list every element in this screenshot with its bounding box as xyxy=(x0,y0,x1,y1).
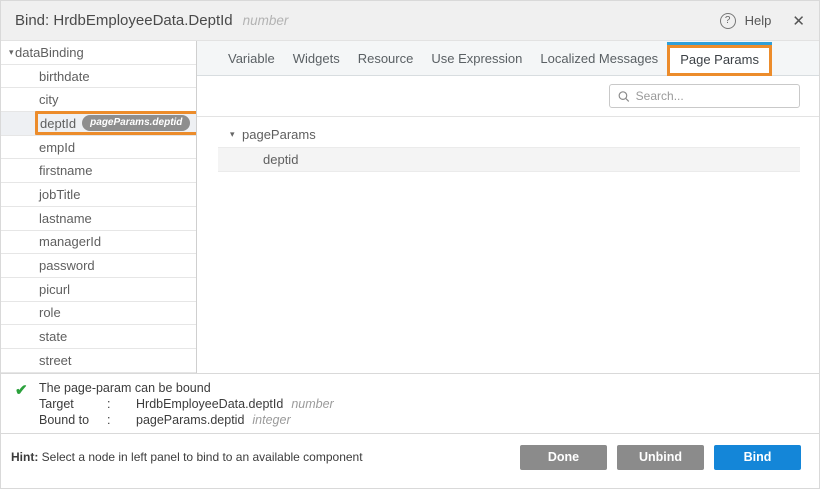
tab-widgets[interactable]: Widgets xyxy=(284,41,349,75)
status-label: Target xyxy=(39,396,107,412)
bind-dialog: Bind: HrdbEmployeeData.DeptId number ? H… xyxy=(0,0,820,489)
caret-down-icon[interactable]: ▾ xyxy=(230,129,242,140)
sidebar-item-label: jobTitle xyxy=(39,187,80,202)
sidebar-item-lastname[interactable]: lastname xyxy=(1,207,196,231)
sidebar-item-label: lastname xyxy=(39,211,92,226)
tree-node-pageparams[interactable]: ▾ pageParams xyxy=(218,123,800,145)
annotation-highlight: Page Params xyxy=(667,45,772,76)
sidebar-item-city[interactable]: city xyxy=(1,88,196,112)
tab-use-expression[interactable]: Use Expression xyxy=(422,41,531,75)
status-colon: : xyxy=(107,396,136,412)
tab-page-params[interactable]: Page Params xyxy=(667,42,772,76)
search-input[interactable] xyxy=(636,89,791,103)
sidebar-item-label: dataBinding xyxy=(15,45,84,60)
sidebar-item-empid[interactable]: empId xyxy=(1,136,196,160)
close-icon[interactable]: ✕ xyxy=(792,12,805,30)
sidebar-item-password[interactable]: password xyxy=(1,254,196,278)
bind-button[interactable]: Bind xyxy=(714,445,801,470)
sidebar-item-state[interactable]: state xyxy=(1,325,196,349)
status-message: The page-param can be bound xyxy=(39,380,334,396)
sidebar-item-label: birthdate xyxy=(39,69,90,84)
bound-value-badge: pageParams.deptid xyxy=(82,115,190,131)
hint-text: Hint: Select a node in left panel to bin… xyxy=(11,450,363,464)
hint-body: Select a node in left panel to bind to a… xyxy=(38,450,362,464)
sidebar-item-label: street xyxy=(39,353,72,368)
page-params-tree: ▾ pageParams deptid xyxy=(197,117,819,373)
sidebar-item-deptid[interactable]: deptId pageParams.deptid xyxy=(1,112,196,136)
dialog-footer: Hint: Select a node in left panel to bin… xyxy=(1,433,819,488)
status-value: pageParams.deptid xyxy=(136,412,244,428)
sidebar-item-picurl[interactable]: picurl xyxy=(1,278,196,302)
help-icon[interactable]: ? xyxy=(720,13,736,29)
sidebar-item-label: picurl xyxy=(39,282,70,297)
status-label: Bound to xyxy=(39,412,107,428)
search-box[interactable] xyxy=(609,84,800,108)
sidebar-item-label: state xyxy=(39,329,67,344)
sidebar-item-label: role xyxy=(39,305,61,320)
dialog-title-type: number xyxy=(243,13,289,28)
hint-label: Hint: xyxy=(11,450,38,464)
done-button[interactable]: Done xyxy=(520,445,607,470)
tab-variable[interactable]: Variable xyxy=(219,41,284,75)
status-type: number xyxy=(291,396,333,412)
status-target-row: Target : HrdbEmployeeData.deptId number xyxy=(39,396,334,412)
search-icon xyxy=(618,90,630,103)
annotation-highlight: deptId pageParams.deptid xyxy=(35,111,197,135)
status-colon: : xyxy=(107,412,136,428)
sidebar-item-role[interactable]: role xyxy=(1,302,196,326)
sidebar-item-street[interactable]: street xyxy=(1,349,196,373)
sidebar-item-jobtitle[interactable]: jobTitle xyxy=(1,183,196,207)
tab-resource[interactable]: Resource xyxy=(349,41,423,75)
tab-localized-messages[interactable]: Localized Messages xyxy=(531,41,667,75)
sidebar-item-label: password xyxy=(39,258,95,273)
sidebar-item-managerid[interactable]: managerId xyxy=(1,231,196,255)
caret-down-icon[interactable]: ▾ xyxy=(1,47,15,58)
dialog-header: Bind: HrdbEmployeeData.DeptId number ? H… xyxy=(1,1,819,41)
status-type: integer xyxy=(252,412,290,428)
tree-node-deptid[interactable]: deptid xyxy=(218,147,800,172)
sidebar-item-label: empId xyxy=(39,140,75,155)
success-check-icon: ✔ xyxy=(15,380,39,433)
sidebar-item-birthdate[interactable]: birthdate xyxy=(1,65,196,89)
status-boundto-row: Bound to : pageParams.deptid integer xyxy=(39,412,334,428)
bind-tabs: Variable Widgets Resource Use Expression… xyxy=(197,41,819,76)
help-button[interactable]: Help xyxy=(745,13,772,28)
sidebar-item-databinding[interactable]: ▾ dataBinding xyxy=(1,41,196,65)
sidebar-item-firstname[interactable]: firstname xyxy=(1,159,196,183)
sidebar-item-label: firstname xyxy=(39,163,92,178)
sidebar-item-label: city xyxy=(39,92,59,107)
data-binding-tree: ▾ dataBinding birthdate city deptId page… xyxy=(1,41,197,373)
bind-status-panel: ✔ The page-param can be bound Target : H… xyxy=(1,373,819,433)
sidebar-item-label: deptId xyxy=(40,116,76,131)
tree-node-label: pageParams xyxy=(242,127,316,142)
tree-node-label: deptid xyxy=(263,152,298,167)
dialog-title: Bind: HrdbEmployeeData.DeptId xyxy=(15,12,233,29)
unbind-button[interactable]: Unbind xyxy=(617,445,704,470)
search-row xyxy=(197,76,819,117)
sidebar-item-label: managerId xyxy=(39,234,101,249)
status-value: HrdbEmployeeData.deptId xyxy=(136,396,283,412)
